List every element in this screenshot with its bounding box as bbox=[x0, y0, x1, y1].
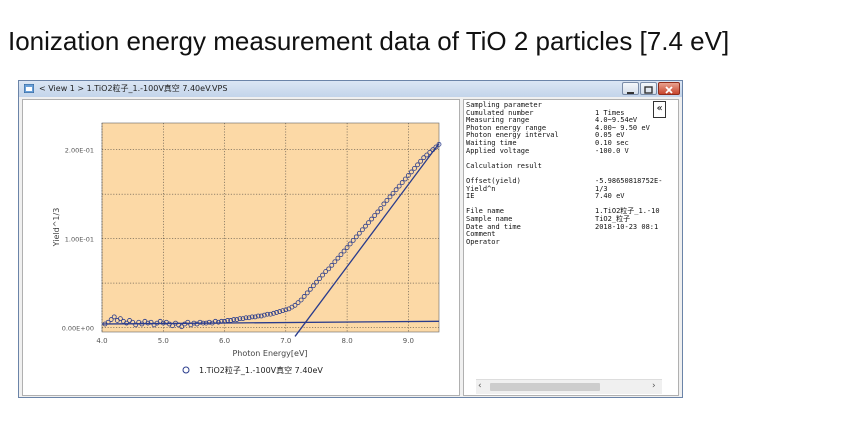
y-tick-label: 1.00E-01 bbox=[65, 236, 94, 244]
legend: 1.TiO2粒子_1.-100V真空 7.40eV bbox=[182, 365, 323, 375]
minimize-button[interactable] bbox=[622, 82, 639, 95]
chart-pane: 4.0 5.0 6.0 7.0 8.0 9.0 0.00E+00 1.00E-01 2.00E-… bbox=[22, 99, 460, 396]
maximize-button[interactable] bbox=[640, 82, 657, 95]
scroll-right-icon[interactable]: › bbox=[652, 381, 656, 391]
close-button[interactable] bbox=[658, 82, 680, 95]
x-tick-label: 6.0 bbox=[219, 337, 230, 345]
legend-label: 1.TiO2粒子_1.-100V真空 7.40eV bbox=[199, 365, 323, 375]
y-axis-label: Yield^1/3 bbox=[52, 208, 61, 248]
info-labels: Sampling parameter Cumulated number Measur… bbox=[466, 101, 559, 246]
x-tick-label: 8.0 bbox=[342, 337, 353, 345]
close-icon bbox=[665, 86, 673, 94]
info-value bbox=[595, 155, 662, 163]
info-pane: Sampling parameter Cumulated number Measur… bbox=[463, 99, 679, 396]
maximize-icon bbox=[644, 86, 653, 94]
info-label: Applied voltage bbox=[466, 146, 530, 155]
x-tick-label: 4.0 bbox=[96, 337, 107, 345]
info-values: 1 Times 4.0~9.54eV 4.00~ 9.50 eV 0.05 eV 0.1… bbox=[595, 102, 662, 246]
info-value bbox=[595, 239, 662, 247]
plot-area bbox=[101, 122, 440, 333]
scrollbar-thumb[interactable] bbox=[490, 383, 600, 391]
info-value: 2018-10-23 08:1 bbox=[595, 222, 659, 231]
title-bar[interactable]: < View 1 > 1.TiO2粒子_1.-100V真空 7.40eV.VPS bbox=[19, 81, 682, 97]
info-label: Yield^n bbox=[466, 184, 496, 193]
x-axis-label: Photon Energy[eV] bbox=[232, 349, 307, 358]
app-icon bbox=[24, 84, 34, 93]
y-tick-label: 0.00E+00 bbox=[62, 325, 94, 333]
legend-marker bbox=[182, 366, 190, 374]
info-value: 7.40 eV bbox=[595, 192, 625, 201]
app-window: < View 1 > 1.TiO2粒子_1.-100V真空 7.40eV.VPS… bbox=[18, 80, 683, 398]
info-value bbox=[595, 231, 662, 239]
y-tick-label: 2.00E-01 bbox=[65, 147, 94, 155]
x-tick-label: 9.0 bbox=[403, 337, 414, 345]
info-value: -100.0 V bbox=[595, 146, 629, 155]
info-value bbox=[595, 163, 662, 171]
info-label: IE bbox=[466, 192, 475, 201]
collapse-panel-button[interactable]: « bbox=[653, 101, 666, 118]
chart: 4.0 5.0 6.0 7.0 8.0 9.0 0.00E+00 1.00E-01 2.00E-… bbox=[52, 122, 442, 375]
window-title: < View 1 > 1.TiO2粒子_1.-100V真空 7.40eV.VPS bbox=[39, 84, 228, 93]
scroll-left-icon[interactable]: ‹ bbox=[478, 381, 482, 391]
x-tick-label: 7.0 bbox=[280, 337, 291, 345]
minimize-icon bbox=[627, 92, 634, 94]
info-label: Calculation result bbox=[466, 161, 542, 170]
x-tick-label: 5.0 bbox=[158, 337, 169, 345]
page-title: Ionization energy measurement data of Ti… bbox=[8, 26, 730, 56]
horizontal-scrollbar[interactable]: ‹ › bbox=[476, 379, 662, 394]
info-label: Operator bbox=[466, 237, 500, 246]
